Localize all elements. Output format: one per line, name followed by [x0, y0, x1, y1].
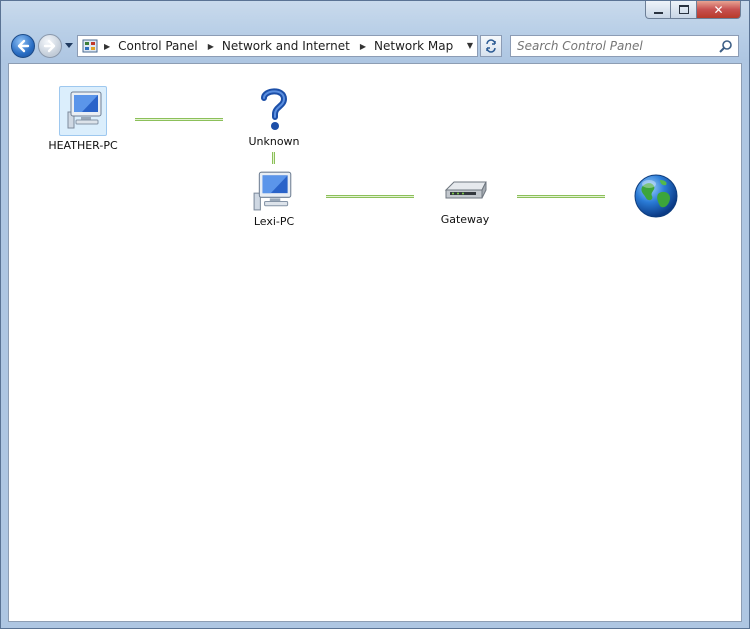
network-map-window: ✕ ▶ Control Panel ▶ Network and Internet	[0, 0, 750, 629]
back-button[interactable]	[11, 34, 35, 58]
search-input[interactable]	[517, 39, 717, 53]
address-bar[interactable]: ▶ Control Panel ▶ Network and Internet ▶…	[77, 35, 478, 57]
link-lexi-gateway	[326, 195, 414, 198]
link-heather-unknown	[135, 118, 223, 121]
refresh-button[interactable]	[480, 35, 502, 57]
node-heather-pc[interactable]: HEATHER-PC	[43, 86, 123, 152]
node-label: Unknown	[248, 135, 300, 148]
node-label: Gateway	[440, 213, 490, 226]
recent-pages-button[interactable]	[64, 40, 74, 52]
node-internet[interactable]	[616, 172, 696, 223]
search-icon[interactable]	[719, 39, 733, 53]
selection-highlight	[59, 86, 107, 136]
close-icon: ✕	[713, 2, 724, 17]
link-unknown-lexi	[272, 152, 275, 164]
node-unknown[interactable]: Unknown	[234, 86, 314, 148]
search-box[interactable]	[510, 35, 739, 57]
close-button[interactable]: ✕	[697, 1, 741, 19]
breadcrumb-label: Network and Internet	[221, 39, 350, 53]
breadcrumb-arrow-icon: ▶	[104, 41, 111, 51]
back-arrow-icon	[17, 39, 30, 53]
question-mark-icon	[261, 88, 288, 130]
address-history-dropdown[interactable]: ▼	[467, 41, 473, 50]
network-map-canvas: HEATHER-PC Unknown Lexi-PC Gateway	[8, 63, 742, 622]
maximize-icon	[678, 5, 689, 14]
minimize-button[interactable]	[645, 1, 671, 19]
refresh-icon	[486, 39, 496, 53]
forward-arrow-icon	[43, 39, 56, 53]
node-lexi-pc[interactable]: Lexi-PC	[234, 168, 314, 228]
link-gateway-internet	[517, 195, 605, 198]
breadcrumb-control-panel[interactable]: ▶ Control Panel	[102, 39, 198, 53]
control-panel-icon	[82, 39, 98, 53]
maximize-button[interactable]	[671, 1, 697, 19]
chevron-down-icon	[65, 43, 73, 48]
breadcrumb-network-and-internet[interactable]: ▶ Network and Internet	[206, 39, 350, 53]
minimize-icon	[653, 11, 663, 14]
breadcrumb-arrow-icon: ▶	[359, 41, 367, 51]
node-gateway[interactable]: Gateway	[425, 176, 505, 226]
breadcrumb-network-map[interactable]: ▶ Network Map	[358, 39, 453, 53]
caption-buttons: ✕	[645, 1, 741, 19]
node-label: HEATHER-PC	[48, 139, 118, 152]
breadcrumb-arrow-icon: ▶	[207, 41, 214, 51]
breadcrumb-label: Control Panel	[118, 39, 198, 53]
node-label: Lexi-PC	[253, 215, 295, 228]
forward-button[interactable]	[38, 34, 62, 58]
router-icon	[444, 181, 487, 199]
computer-icon	[67, 91, 102, 129]
breadcrumb-label: Network Map	[374, 39, 454, 53]
globe-icon	[634, 174, 678, 218]
computer-icon	[253, 171, 292, 211]
